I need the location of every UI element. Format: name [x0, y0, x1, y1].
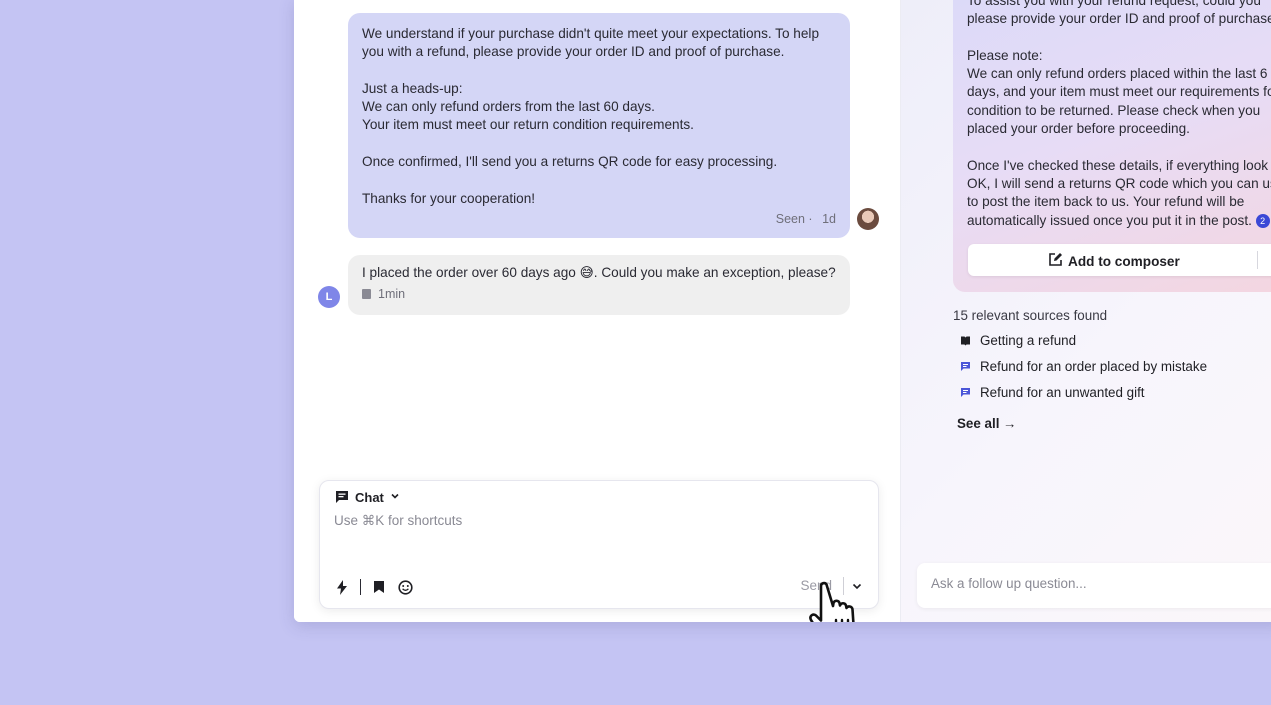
add-to-composer-button[interactable]: Add to composer: [968, 244, 1271, 276]
bookmark-icon[interactable]: [371, 579, 387, 595]
seen-status: Seen · 1d: [776, 210, 836, 228]
inbox-window: We understand if your purchase didn't qu…: [294, 0, 1271, 622]
ai-answer-line: to post the item back to us. Your refund…: [967, 194, 1245, 210]
channel-label: Chat: [355, 489, 384, 505]
conversation-pane: We understand if your purchase didn't qu…: [294, 0, 900, 622]
see-all-link[interactable]: See all →: [957, 416, 1017, 431]
edit-icon: [1048, 252, 1063, 272]
reply-composer: Chat Send: [319, 480, 879, 609]
agent-message-line: Once confirmed, I'll send you a returns …: [362, 154, 778, 170]
sources-count: 15 relevant sources found: [953, 308, 1108, 323]
agent-message-line: you with a refund, please provide your o…: [362, 44, 785, 60]
seen-time: 1d: [822, 211, 836, 226]
source-item[interactable]: Getting a refund: [959, 333, 1076, 348]
ai-answer-line: condition to be returned. Please check w…: [967, 102, 1261, 118]
ai-answer-line: automatically issued once you put it in …: [967, 212, 1271, 230]
user-message-meta: 1min: [362, 287, 836, 301]
agent-message-line: Just a heads-up:: [362, 80, 463, 96]
hand-cursor-icon: [809, 581, 855, 622]
chat-icon: [959, 387, 971, 399]
ai-answer-line-text: automatically issued once you put it in …: [967, 212, 1252, 228]
agent-avatar[interactable]: [857, 208, 879, 230]
source-title: Getting a refund: [980, 333, 1077, 348]
ai-answer-card: To assist you with your refund request, …: [953, 0, 1271, 292]
ai-answer-line: Once I've checked these details, if ever…: [967, 157, 1269, 173]
followup-input[interactable]: [931, 576, 1271, 591]
agent-message-line: Thanks for your cooperation!: [362, 190, 536, 206]
source-title: Refund for an order placed by mistake: [980, 359, 1208, 374]
copilot-pane: To assist you with your refund request, …: [900, 0, 1271, 622]
user-message-time: 1min: [378, 287, 406, 301]
agent-message-line: Your item must meet our return condition…: [362, 117, 694, 133]
composer-input[interactable]: [334, 513, 854, 528]
channel-selector[interactable]: Chat: [334, 489, 401, 505]
ai-answer-line: We can only refund orders placed within …: [967, 66, 1268, 82]
emoji-icon[interactable]: [397, 579, 413, 595]
message-type-icon: [362, 289, 371, 299]
ai-answer-line: days, and your item must meet our requir…: [967, 84, 1271, 100]
ai-answer-line: placed your order before proceeding.: [967, 121, 1190, 137]
composer-toolbar: [334, 579, 413, 595]
toolbar-divider: [360, 579, 361, 595]
source-item[interactable]: Refund for an order placed by mistake: [959, 359, 1207, 374]
lightning-icon[interactable]: [334, 579, 350, 595]
followup-box: [917, 563, 1271, 608]
book-icon: [959, 335, 971, 347]
citation-badge[interactable]: 2: [1255, 213, 1270, 228]
ai-answer-line: Please note:: [967, 47, 1043, 63]
ai-answer-line: OK, I will send a returns QR code which …: [967, 175, 1271, 191]
agent-message-line: We can only refund orders from the last …: [362, 99, 655, 115]
source-title: Refund for an unwanted gift: [980, 385, 1145, 400]
ai-answer-line: To assist you with your refund request, …: [967, 0, 1261, 8]
agent-message-line: We understand if your purchase didn't qu…: [362, 26, 820, 41]
user-avatar[interactable]: L: [318, 286, 340, 308]
add-to-composer-label: Add to composer: [1068, 254, 1180, 269]
source-item[interactable]: Refund for an unwanted gift: [959, 385, 1145, 400]
button-divider: [1257, 251, 1258, 269]
chat-icon: [959, 361, 971, 373]
seen-label: Seen ·: [775, 211, 813, 226]
ai-answer-text: To assist you with your refund request, …: [967, 0, 1271, 230]
ai-answer-line: please provide your order ID and proof o…: [967, 11, 1271, 27]
chat-bubble-icon: [334, 489, 350, 505]
agent-message-bubble: We understand if your purchase didn't qu…: [348, 13, 850, 238]
chevron-down-icon: [389, 490, 401, 505]
user-message-text: I placed the order over 60 days ago 😅. C…: [362, 265, 836, 280]
user-message-bubble: I placed the order over 60 days ago 😅. C…: [348, 255, 850, 315]
